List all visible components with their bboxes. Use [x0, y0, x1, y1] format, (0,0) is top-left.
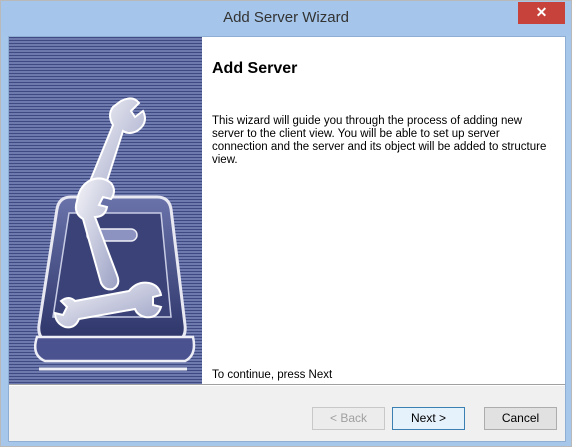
wizard-content: Add Server This wizard will guide you th…: [202, 37, 565, 384]
wizard-window: Add Server Wizard ✕ Add Server This wiza…: [0, 0, 572, 447]
close-button[interactable]: ✕: [518, 2, 565, 24]
continue-hint: To continue, press Next: [212, 369, 333, 381]
back-button[interactable]: < Back: [312, 407, 385, 430]
page-heading: Add Server: [212, 60, 298, 77]
next-button[interactable]: Next >: [392, 407, 465, 430]
close-icon: ✕: [535, 4, 548, 20]
wizard-banner: [9, 37, 202, 384]
footer-separator: [9, 384, 565, 386]
cancel-button[interactable]: Cancel: [484, 407, 557, 430]
window-title: Add Server Wizard: [223, 9, 349, 26]
toolbox-wrenches-icon: [34, 97, 196, 371]
title-bar[interactable]: Add Server Wizard ✕: [1, 1, 571, 36]
wizard-description: This wizard will guide you through the p…: [212, 115, 547, 166]
wizard-client-area: Add Server This wizard will guide you th…: [8, 36, 566, 442]
